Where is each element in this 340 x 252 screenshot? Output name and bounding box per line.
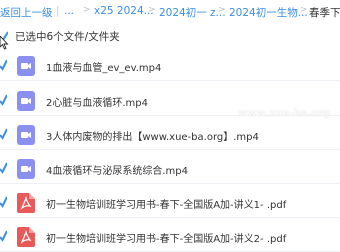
selection-count-text: 已选中6个文件/文件夹 — [15, 31, 120, 43]
pdf-icon — [17, 193, 35, 213]
file-browser: 返回上一级 | ... > x25 2024... > 2024初一 z... … — [0, 0, 340, 252]
breadcrumb-current: 春季下 — [309, 7, 340, 19]
selection-status-row: 已选中6个文件/文件夹 — [0, 26, 340, 46]
checkbox-checked-icon[interactable] — [0, 196, 7, 208]
back-link[interactable]: 返回上一级 — [0, 5, 53, 20]
breadcrumb-item-x25-2024[interactable]: x25 2024... — [94, 5, 154, 17]
mouse-cursor-icon — [0, 36, 9, 50]
file-name[interactable]: 2心脏与血液循环.mp4 — [46, 94, 148, 109]
breadcrumb-divider: | — [56, 5, 60, 17]
video-icon — [17, 56, 35, 76]
video-icon — [17, 125, 35, 145]
file-row[interactable]: 初一生物培训班学习用书-春下-全国版A加-讲义1- .pdf — [0, 188, 340, 218]
file-name[interactable]: 3人体内废物的排出【www.xue-ba.org】.mp4 — [46, 128, 259, 143]
chevron-right-icon: > — [148, 5, 156, 15]
video-icon — [17, 91, 35, 111]
chevron-right-icon: > — [218, 5, 226, 15]
checkbox-checked-icon[interactable] — [0, 128, 7, 140]
chevron-right-icon: > — [83, 5, 91, 15]
file-row[interactable]: 3人体内废物的排出【www.xue-ba.org】.mp4 — [0, 120, 340, 150]
file-row[interactable]: 初一生物培训班学习用书-春下-全国版A加-讲义2- .pdf — [0, 222, 340, 252]
file-row[interactable]: 4血液循环与泌尿系统综合.mp4 — [0, 154, 340, 184]
breadcrumb: 返回上一级 | ... > x25 2024... > 2024初一 z... … — [0, 0, 340, 26]
checkbox-checked-icon[interactable] — [0, 59, 7, 71]
checkbox-checked-icon[interactable] — [0, 230, 7, 242]
watermark: www.xue-ba.org — [238, 108, 331, 119]
file-name[interactable]: 4血液循环与泌尿系统综合.mp4 — [46, 162, 188, 177]
file-name[interactable]: 1血液与血管_ev_ev.mp4 — [46, 59, 161, 74]
pdf-icon — [17, 227, 35, 247]
file-name[interactable]: 初一生物培训班学习用书-春下-全国版A加-讲义2- .pdf — [46, 230, 286, 245]
video-icon — [17, 159, 35, 179]
breadcrumb-item-2024-grade7-biology[interactable]: 2024初一生物... — [229, 5, 308, 20]
chevron-right-icon: > — [300, 5, 308, 15]
file-row[interactable]: 1血液与血管_ev_ev.mp4 — [0, 51, 340, 81]
checkbox-checked-icon[interactable] — [0, 162, 7, 174]
breadcrumb-item-ellipsis[interactable]: ... — [64, 5, 74, 17]
breadcrumb-item-2024-grade7-z[interactable]: 2024初一 z... — [159, 5, 226, 20]
checkbox-checked-icon[interactable] — [0, 94, 7, 106]
file-name[interactable]: 初一生物培训班学习用书-春下-全国版A加-讲义1- .pdf — [46, 196, 286, 211]
